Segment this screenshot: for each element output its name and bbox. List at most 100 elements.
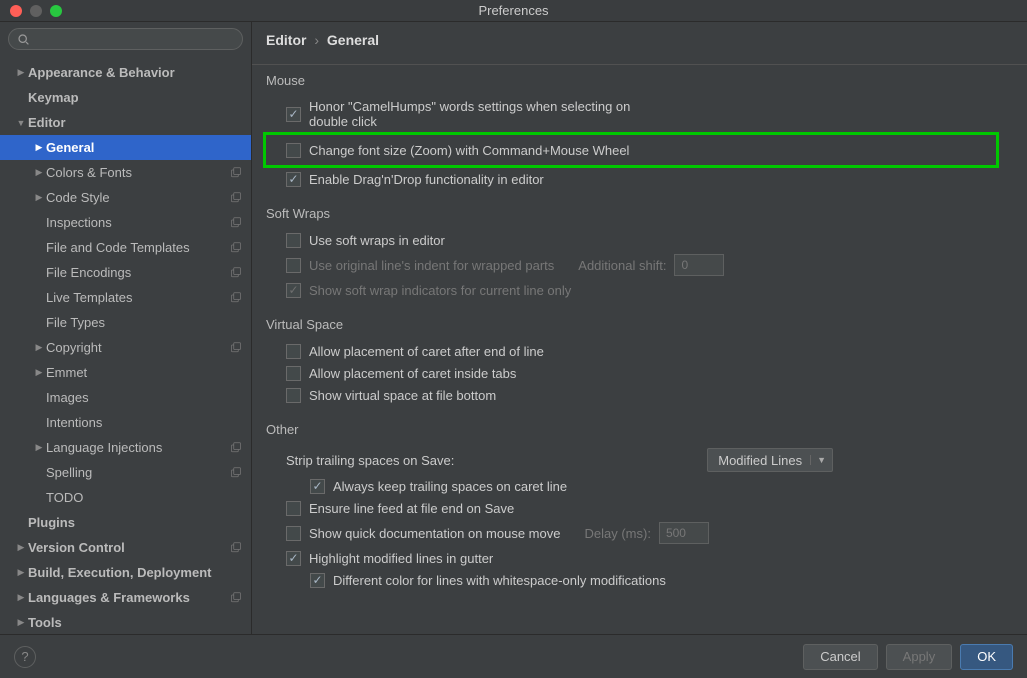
checkbox-icon[interactable] <box>310 479 325 494</box>
sidebar-item-live-templates[interactable]: Live Templates <box>0 285 251 310</box>
sidebar-item-appearance-behavior[interactable]: ▶Appearance & Behavior <box>0 60 251 85</box>
sidebar-item-languages-frameworks[interactable]: ▶Languages & Frameworks <box>0 585 251 610</box>
highlighted-option: Change font size (Zoom) with Command+Mou… <box>263 132 999 168</box>
option-strip-trailing: Strip trailing spaces on Save: Modified … <box>266 445 1013 475</box>
option-honor-camelhumps[interactable]: Honor "CamelHumps" words settings when s… <box>266 96 1013 132</box>
chevron-right-icon[interactable]: ▶ <box>32 342 46 353</box>
sidebar-item-plugins[interactable]: Plugins <box>0 510 251 535</box>
option-label: Highlight modified lines in gutter <box>309 551 493 566</box>
option-caret-after-eol[interactable]: Allow placement of caret after end of li… <box>266 340 1013 362</box>
sidebar-item-label: Copyright <box>46 340 229 355</box>
checkbox-icon[interactable] <box>286 233 301 248</box>
sidebar-item-label: Version Control <box>28 540 229 555</box>
checkbox-icon[interactable] <box>310 573 325 588</box>
chevron-right-icon[interactable]: ▶ <box>14 67 28 78</box>
chevron-right-icon: › <box>314 32 319 48</box>
option-dnd-editor[interactable]: Enable Drag'n'Drop functionality in edit… <box>266 168 1013 190</box>
option-label: Enable Drag'n'Drop functionality in edit… <box>309 172 544 187</box>
cancel-button[interactable]: Cancel <box>803 644 877 670</box>
chevron-down-icon[interactable]: ▼ <box>14 118 28 128</box>
checkbox-icon[interactable] <box>286 501 301 516</box>
section-mouse: Mouse <box>266 73 1013 88</box>
project-scope-icon <box>229 241 243 255</box>
checkbox-icon[interactable] <box>286 366 301 381</box>
sidebar-item-label: Code Style <box>46 190 229 205</box>
help-button[interactable]: ? <box>14 646 36 668</box>
sidebar-item-file-and-code-templates[interactable]: File and Code Templates <box>0 235 251 260</box>
sidebar-item-label: Build, Execution, Deployment <box>28 565 243 580</box>
chevron-right-icon[interactable]: ▶ <box>32 142 46 153</box>
option-label: Different color for lines with whitespac… <box>333 573 666 588</box>
project-scope-icon <box>229 291 243 305</box>
option-caret-inside-tabs[interactable]: Allow placement of caret inside tabs <box>266 362 1013 384</box>
dropdown-value: Modified Lines <box>718 453 802 468</box>
strip-label: Strip trailing spaces on Save: <box>286 453 454 468</box>
sidebar-item-language-injections[interactable]: ▶Language Injections <box>0 435 251 460</box>
chevron-right-icon[interactable]: ▶ <box>32 367 46 378</box>
sidebar-item-todo[interactable]: TODO <box>0 485 251 510</box>
sidebar-item-tools[interactable]: ▶Tools <box>0 610 251 634</box>
option-softwrap-indicators: Show soft wrap indicators for current li… <box>266 279 1013 301</box>
sidebar-item-version-control[interactable]: ▶Version Control <box>0 535 251 560</box>
checkbox-icon[interactable] <box>286 172 301 187</box>
sidebar-item-emmet[interactable]: ▶Emmet <box>0 360 251 385</box>
search-box[interactable] <box>8 28 243 50</box>
strip-trailing-dropdown[interactable]: Modified Lines ▼ <box>707 448 833 472</box>
titlebar: Preferences <box>0 0 1027 22</box>
checkbox-icon <box>286 283 301 298</box>
sidebar-item-copyright[interactable]: ▶Copyright <box>0 335 251 360</box>
breadcrumb-current: General <box>327 32 379 48</box>
chevron-right-icon[interactable]: ▶ <box>32 167 46 178</box>
checkbox-icon[interactable] <box>286 107 301 122</box>
sidebar-item-label: Editor <box>28 115 243 130</box>
option-ensure-lf[interactable]: Ensure line feed at file end on Save <box>266 497 1013 519</box>
sidebar-item-intentions[interactable]: Intentions <box>0 410 251 435</box>
sidebar-item-colors-fonts[interactable]: ▶Colors & Fonts <box>0 160 251 185</box>
checkbox-icon[interactable] <box>286 388 301 403</box>
sidebar-item-label: Live Templates <box>46 290 229 305</box>
project-scope-icon <box>229 591 243 605</box>
checkbox-icon[interactable] <box>286 344 301 359</box>
search-input[interactable] <box>34 32 234 46</box>
sidebar-item-file-types[interactable]: File Types <box>0 310 251 335</box>
chevron-right-icon[interactable]: ▶ <box>14 542 28 553</box>
chevron-right-icon[interactable]: ▶ <box>14 592 28 603</box>
option-label: Show virtual space at file bottom <box>309 388 496 403</box>
checkbox-icon[interactable] <box>286 551 301 566</box>
chevron-right-icon[interactable]: ▶ <box>14 617 28 628</box>
sidebar-item-spelling[interactable]: Spelling <box>0 460 251 485</box>
option-virtual-space-bottom[interactable]: Show virtual space at file bottom <box>266 384 1013 406</box>
option-diff-color-whitespace[interactable]: Different color for lines with whitespac… <box>266 569 1013 591</box>
content-area: Mouse Honor "CamelHumps" words settings … <box>252 65 1027 634</box>
chevron-right-icon[interactable]: ▶ <box>32 442 46 453</box>
sidebar-item-label: Images <box>46 390 243 405</box>
option-keep-trailing-caret[interactable]: Always keep trailing spaces on caret lin… <box>266 475 1013 497</box>
project-scope-icon <box>229 266 243 280</box>
chevron-right-icon[interactable]: ▶ <box>32 192 46 203</box>
search-icon <box>17 33 30 46</box>
sidebar-item-label: Emmet <box>46 365 243 380</box>
sidebar-item-inspections[interactable]: Inspections <box>0 210 251 235</box>
additional-shift-input <box>674 254 724 276</box>
option-quick-doc[interactable]: Show quick documentation on mouse move D… <box>266 519 1013 547</box>
ok-button[interactable]: OK <box>960 644 1013 670</box>
sidebar-item-label: Appearance & Behavior <box>28 65 243 80</box>
option-use-softwraps[interactable]: Use soft wraps in editor <box>266 229 1013 251</box>
project-scope-icon <box>229 191 243 205</box>
sidebar-item-general[interactable]: ▶General <box>0 135 251 160</box>
option-original-indent: Use original line's indent for wrapped p… <box>266 251 1013 279</box>
option-zoom-font[interactable]: Change font size (Zoom) with Command+Mou… <box>266 139 996 161</box>
checkbox-icon[interactable] <box>286 143 301 158</box>
sidebar-item-editor[interactable]: ▼Editor <box>0 110 251 135</box>
sidebar-item-label: Tools <box>28 615 243 630</box>
sidebar-item-build-execution-deployment[interactable]: ▶Build, Execution, Deployment <box>0 560 251 585</box>
footer: ? Cancel Apply OK <box>0 634 1027 678</box>
sidebar-item-file-encodings[interactable]: File Encodings <box>0 260 251 285</box>
sidebar-item-images[interactable]: Images <box>0 385 251 410</box>
chevron-right-icon[interactable]: ▶ <box>14 567 28 578</box>
sidebar-item-code-style[interactable]: ▶Code Style <box>0 185 251 210</box>
option-highlight-modified[interactable]: Highlight modified lines in gutter <box>266 547 1013 569</box>
breadcrumb-parent[interactable]: Editor <box>266 32 306 48</box>
sidebar-item-keymap[interactable]: Keymap <box>0 85 251 110</box>
checkbox-icon[interactable] <box>286 526 301 541</box>
